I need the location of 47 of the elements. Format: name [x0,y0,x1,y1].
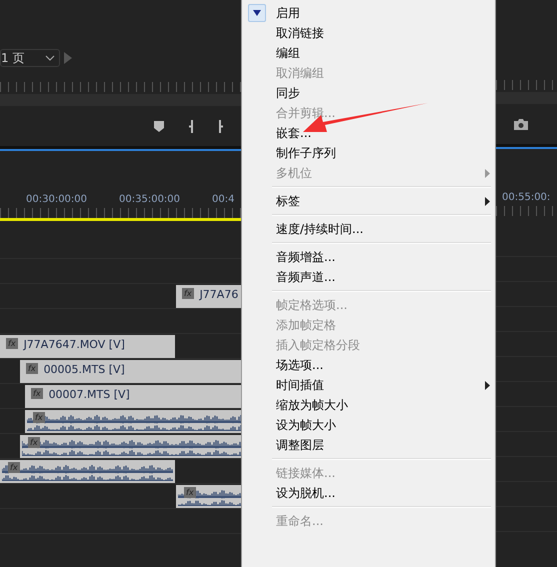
fx-badge: fx [182,288,194,299]
video-clip[interactable]: fx J77A76 [176,285,241,308]
clip-name: 00007.MTS [V] [48,388,130,401]
menu-item[interactable]: 音频增益... [242,247,495,267]
waveform-drawing [178,487,241,506]
menu-item[interactable]: 编组 [242,43,495,63]
mark-in-icon[interactable] [188,120,194,132]
panel-band [496,92,557,104]
fx-badge: fx [8,462,20,473]
menu-item[interactable]: 制作子序列 [242,143,495,163]
menu-item[interactable]: 嵌套... [242,123,495,143]
submenu-arrow-icon [484,196,490,206]
menu-item[interactable]: 同步 [242,83,495,103]
menu-item[interactable]: 标签 [242,191,495,211]
menu-item[interactable]: 调整图层 [242,435,495,455]
clip-name: J77A7647.MOV [V] [24,338,125,351]
menu-item[interactable]: 速度/持续时间... [242,219,495,239]
submenu-arrow-icon [484,168,490,178]
clip-name: 00005.MTS [V] [44,363,125,376]
video-clip[interactable]: fx 00005.MTS [V] [20,360,241,383]
menu-item[interactable]: 音频声道... [242,267,495,287]
page-dropdown[interactable]: 1 页 [0,49,60,67]
mark-out-icon[interactable] [218,120,224,132]
fx-badge: fx [33,412,45,423]
menu-item[interactable]: 设为脱机... [242,483,495,503]
fx-badge: fx [28,437,40,448]
chevron-down-icon [45,55,55,61]
menu-item[interactable]: 设为帧大小 [242,415,495,435]
timecode-label: 00:30:00:00 [26,193,88,207]
menu-item[interactable]: 场选项... [242,355,495,375]
camera-icon[interactable] [514,118,528,130]
submenu-arrow-icon [484,380,490,390]
video-clip[interactable]: fx 00007.MTS [V] [25,385,241,408]
timecode-label: 00:35:00:00 [119,193,180,207]
marker-icon[interactable] [154,120,164,132]
fx-badge: fx [184,487,196,498]
timecode-label: 00:4 [212,193,234,207]
fx-badge: fx [31,388,43,399]
menu-item[interactable]: 时间插值 [242,375,495,395]
clip-name: J77A76 [200,288,238,301]
menu-item[interactable]: 取消链接 [242,23,495,43]
fx-badge: fx [26,363,38,374]
menu-item[interactable]: 启用 [242,3,495,23]
timecode-label: 00:55:00: [502,191,550,205]
fx-badge: fx [6,338,18,349]
video-clip[interactable]: fx J77A7647.MOV [V] [0,335,175,358]
menu-item[interactable]: 缩放为帧大小 [242,395,495,415]
